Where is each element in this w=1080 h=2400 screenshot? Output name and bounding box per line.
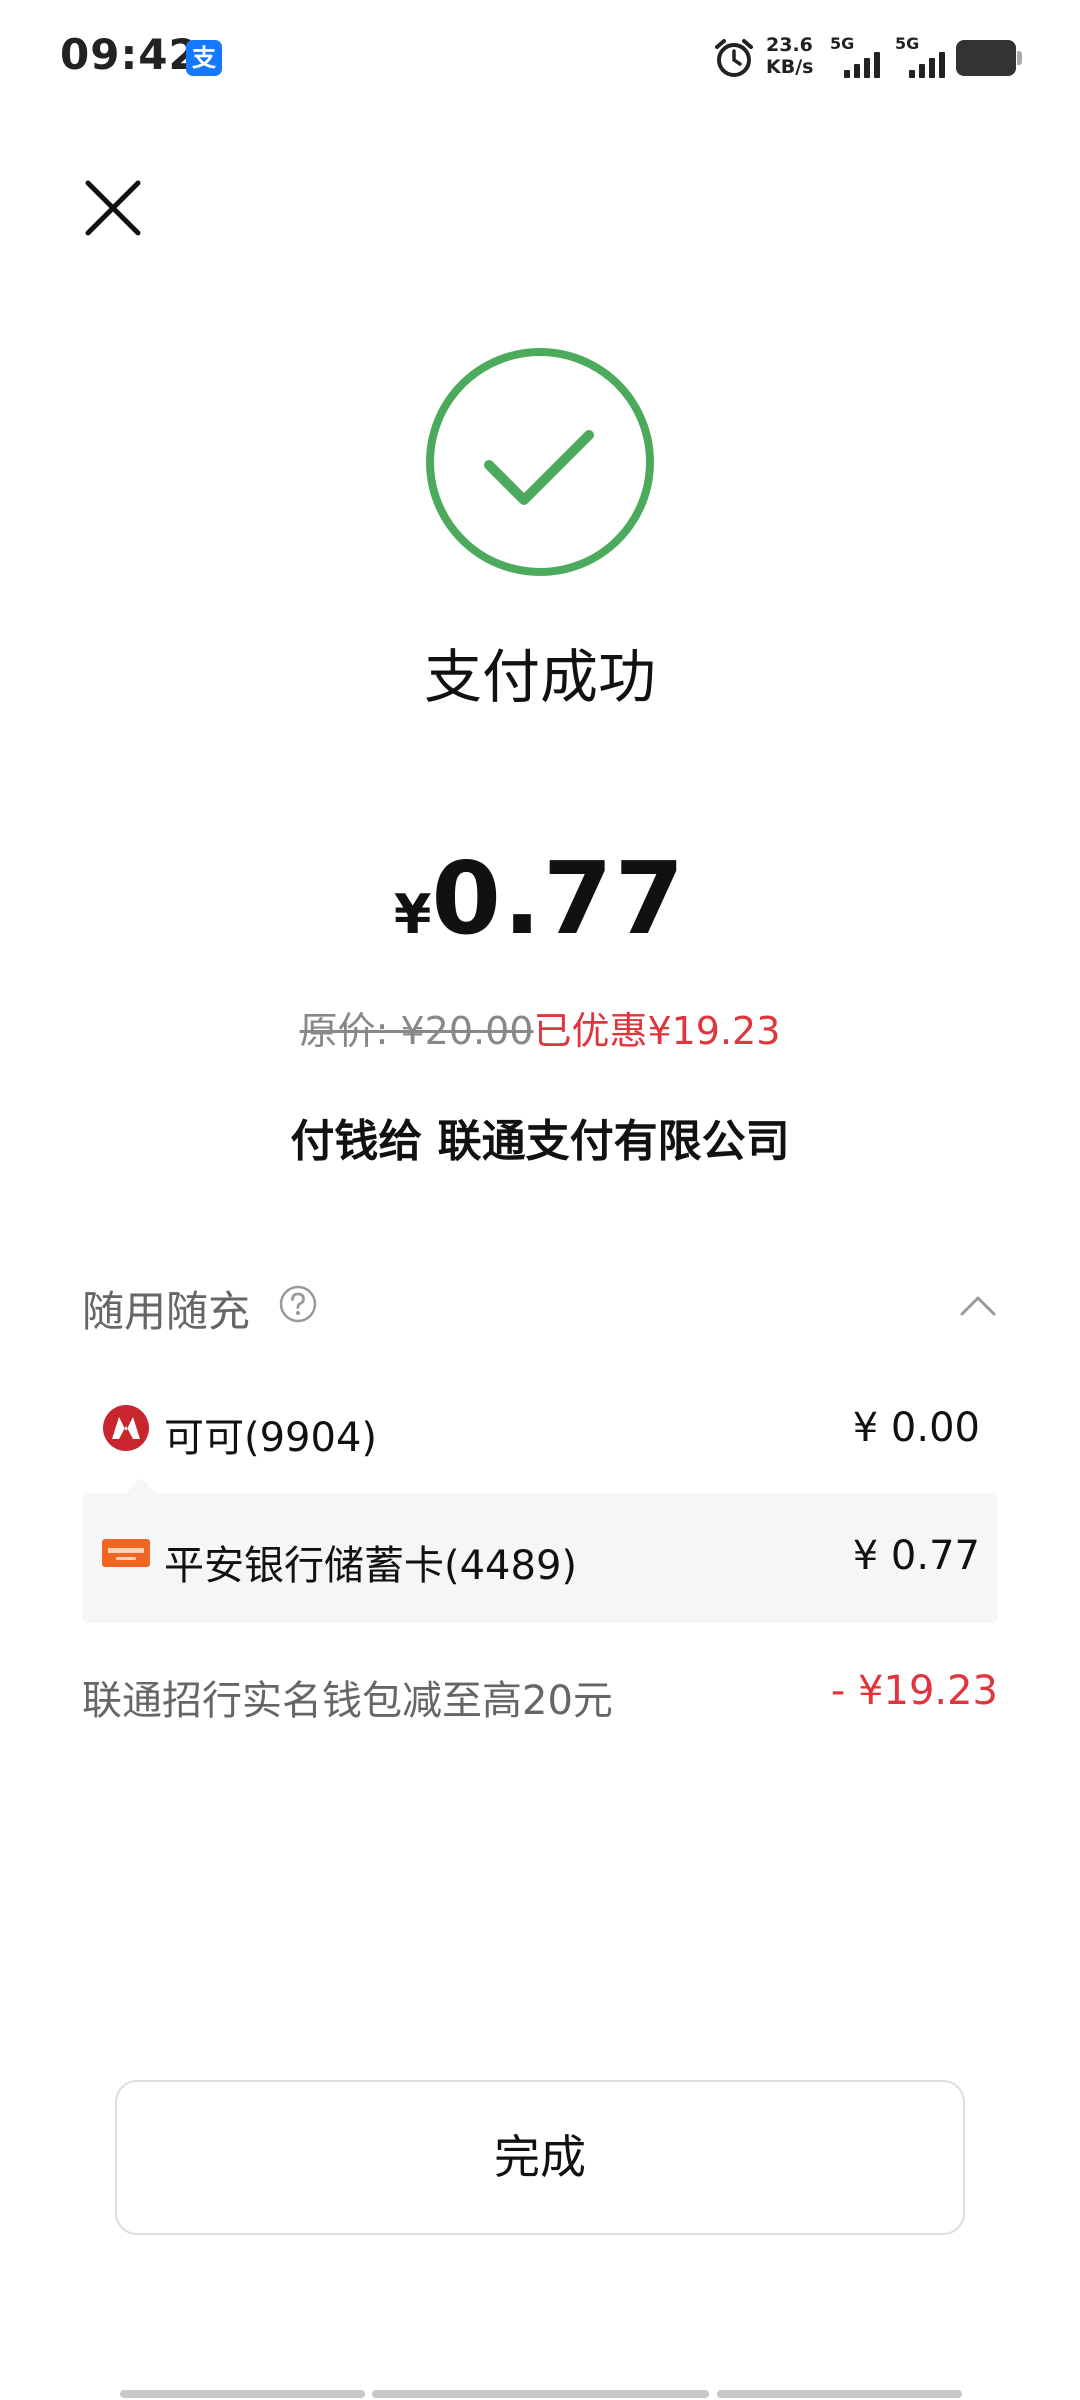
network-speed: 23.6 KB/s [766, 34, 826, 78]
network-speed-unit: KB/s [766, 56, 814, 78]
payment-success-screen: 09:42 支 23.6 KB/s 5G 5G 支付成功 ¥0.77 原价: ¥… [0, 0, 1080, 2400]
payment-method-label: 可可(9904) [164, 1415, 378, 1461]
breakdown-title: 随用随充 [82, 1287, 251, 1336]
price-summary: 原价: ¥20.00已优惠¥19.23 [0, 1000, 1080, 1055]
currency-symbol: ¥ [393, 883, 432, 946]
original-price: 原价: ¥20.00 [299, 1009, 534, 1053]
sim1-signal-bars-icon [844, 48, 880, 78]
alarm-clock-icon [715, 39, 753, 77]
close-icon[interactable] [80, 175, 146, 241]
payment-success-title: 支付成功 [423, 643, 656, 711]
done-button[interactable]: 完成 [115, 2080, 965, 2235]
discount-total: 已优惠¥19.23 [533, 1009, 781, 1053]
breakdown-header[interactable]: 随用随充 [82, 1278, 998, 1338]
gesture-bar-segment [120, 2390, 365, 2398]
status-time: 09:42 [60, 30, 199, 79]
question-circle-icon[interactable] [278, 1284, 318, 1324]
discount-row: 联通招行实名钱包减至高20元 - ¥19.23 [82, 1668, 998, 1728]
amount-value: 0.77 [431, 840, 687, 957]
row-pointer [125, 1478, 157, 1494]
discount-amount: - ¥19.23 [830, 1668, 998, 1714]
gesture-bar-segment [372, 2390, 709, 2398]
payment-method-amount: ¥ 0.77 [852, 1533, 980, 1579]
alipay-notification-icon: 支 [186, 40, 222, 76]
payment-method-amount: ¥ 0.00 [852, 1405, 980, 1451]
status-bar: 09:42 支 23.6 KB/s 5G 5G [0, 0, 1080, 115]
sim1-signal: 5G [830, 34, 880, 82]
battery-icon [956, 40, 1022, 76]
chevron-up-icon[interactable] [958, 1290, 998, 1320]
gesture-bar-segment [717, 2390, 962, 2398]
payment-row-cmb: 可可(9904) ¥ 0.00 [82, 1365, 998, 1495]
paid-amount: ¥0.77 [0, 840, 1080, 957]
discount-label: 联通招行实名钱包减至高20元 [82, 1678, 613, 1724]
payment-method-label: 平安银行储蓄卡(4489) [164, 1543, 578, 1589]
payee-name: 付钱给 联通支付有限公司 [290, 1116, 790, 1167]
sim2-signal-bars-icon [909, 48, 945, 78]
network-speed-value: 23.6 [766, 34, 813, 56]
payment-row-pingan: 平安银行储蓄卡(4489) ¥ 0.77 [82, 1493, 998, 1623]
success-check-icon [426, 348, 654, 576]
sim2-signal: 5G [895, 34, 955, 82]
cmb-logo-icon [103, 1405, 149, 1451]
pingan-card-icon [102, 1539, 150, 1567]
